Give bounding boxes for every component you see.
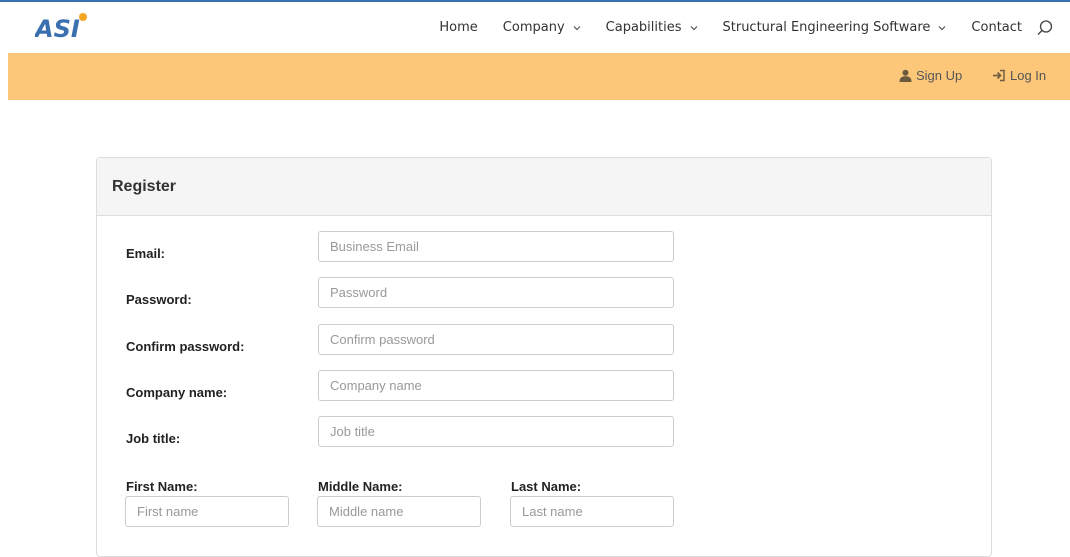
nav-structural-software[interactable]: Structural Engineering Software xyxy=(723,20,947,35)
log-in-link[interactable]: Log In xyxy=(992,68,1046,83)
middle-name-label: Middle Name: xyxy=(318,479,403,494)
nav-structural-software-label: Structural Engineering Software xyxy=(722,20,931,35)
sign-up-label: Sign Up xyxy=(916,68,963,83)
asi-logo[interactable]: ASI xyxy=(35,12,93,40)
nav-capabilities-label: Capabilities xyxy=(605,20,682,35)
job-title-field[interactable] xyxy=(318,416,674,447)
job-title-label: Job title: xyxy=(126,431,181,446)
company-name-label: Company name: xyxy=(126,385,228,400)
chevron-down-icon xyxy=(690,25,697,30)
logo-text: ASI xyxy=(35,15,80,40)
last-name-label: Last Name: xyxy=(511,479,582,494)
nav-capabilities[interactable]: Capabilities xyxy=(606,20,698,35)
confirm-password-label: Confirm password: xyxy=(126,339,245,354)
nav-home-label: Home xyxy=(439,20,478,35)
register-panel-header xyxy=(97,158,991,216)
nav-contact[interactable]: Contact xyxy=(971,20,1022,35)
nav-company-label: Company xyxy=(502,20,565,35)
nav-menu: Home Company Capabilities Structural Eng… xyxy=(439,2,1070,53)
register-title: Register xyxy=(112,178,177,195)
confirm-password-field[interactable] xyxy=(318,324,674,355)
company-name-field[interactable] xyxy=(318,370,674,401)
password-label: Password: xyxy=(126,292,192,307)
nav-contact-label: Contact xyxy=(971,20,1022,35)
chevron-down-icon xyxy=(938,25,946,30)
log-in-icon xyxy=(993,69,1005,82)
last-name-field[interactable] xyxy=(510,496,674,527)
user-icon xyxy=(899,69,912,82)
search-icon[interactable] xyxy=(1036,19,1054,37)
first-name-label: First Name: xyxy=(126,479,198,494)
sign-up-link[interactable]: Sign Up xyxy=(899,68,962,83)
email-field[interactable] xyxy=(318,231,674,262)
nav-company[interactable]: Company xyxy=(503,20,581,35)
logo-dot-icon xyxy=(79,13,87,21)
log-in-label: Log In xyxy=(1010,68,1047,83)
nav-home[interactable]: Home xyxy=(439,20,477,35)
email-label: Email: xyxy=(126,246,166,261)
chevron-down-icon xyxy=(573,25,581,30)
first-name-field[interactable] xyxy=(125,496,289,527)
account-bar: Sign Up Log In xyxy=(8,53,1070,100)
register-panel: Register Email: Password: Confirm passwo… xyxy=(96,157,992,557)
password-field[interactable] xyxy=(318,277,674,308)
middle-name-field[interactable] xyxy=(317,496,481,527)
top-navbar: ASI Home Company Capabilities Structural… xyxy=(0,0,1070,53)
